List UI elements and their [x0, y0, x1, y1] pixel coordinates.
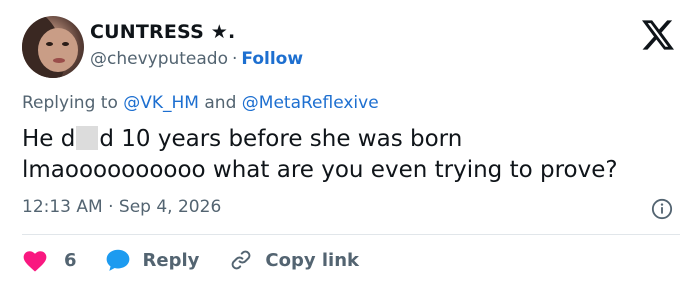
info-icon[interactable]	[651, 198, 673, 220]
avatar[interactable]	[22, 16, 84, 78]
copy-link-button[interactable]: Copy link	[229, 248, 359, 272]
author-handle-row: @chevyputeado · Follow	[90, 49, 303, 69]
tweet-time: 12:13 AM	[22, 197, 103, 217]
mention-metareflexive[interactable]: @MetaReflexive	[242, 93, 379, 113]
author-display-name[interactable]: CUNTRESS ★.	[90, 21, 235, 43]
tweet-date: Sep 4, 2026	[118, 197, 222, 217]
tweet-text-after-censor: d 10 years before she was born	[99, 126, 463, 152]
heart-icon	[23, 251, 47, 272]
censor-block	[76, 126, 99, 150]
reply-label: Reply	[142, 249, 200, 271]
author-handle[interactable]: @chevyputeado	[90, 49, 228, 69]
reply-button[interactable]: Reply	[105, 248, 230, 272]
timestamp-separator: ·	[108, 197, 114, 217]
tweet-line-2: lmaoooooooooo what are you even trying t…	[22, 157, 618, 183]
replying-to: Replying to @VK_HM and @MetaReflexive	[22, 93, 379, 113]
follow-button[interactable]: Follow	[241, 49, 303, 69]
x-logo-icon[interactable]	[642, 20, 674, 50]
divider	[22, 234, 680, 235]
replying-conjunction: and	[204, 93, 237, 113]
tweet-timestamp[interactable]: 12:13 AM · Sep 4, 2026	[22, 197, 221, 217]
like-button[interactable]: 6	[22, 248, 105, 272]
reply-bubble-icon	[106, 249, 129, 271]
tweet-text-before-censor: He d	[22, 126, 76, 152]
mention-vk-hm[interactable]: @VK_HM	[123, 93, 199, 113]
replying-prefix: Replying to	[22, 93, 118, 113]
like-count: 6	[64, 249, 77, 271]
handle-separator: ·	[232, 49, 238, 69]
tweet-text: He d d 10 years before she was born lmaoo…	[22, 124, 687, 186]
link-icon	[232, 250, 251, 270]
copy-link-label: Copy link	[265, 249, 359, 271]
action-bar: 6 Reply Copy link	[22, 246, 359, 274]
tweet-line-1: He d d 10 years before she was born	[22, 124, 687, 155]
